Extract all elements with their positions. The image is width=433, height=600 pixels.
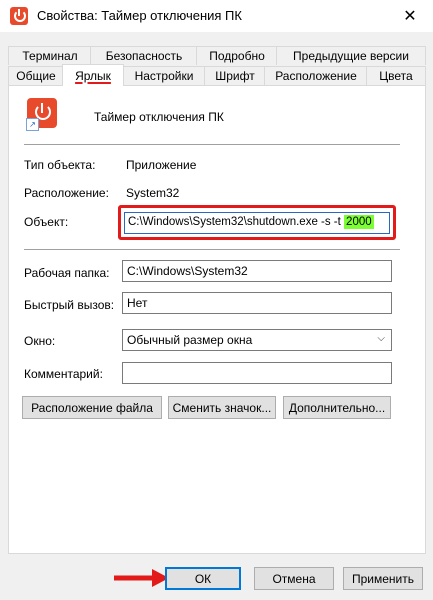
annotation-arrow-icon	[114, 569, 169, 587]
tab-security[interactable]: Безопасность	[90, 46, 198, 65]
tab-label: Шрифт	[215, 69, 255, 83]
advanced-button[interactable]: Дополнительно...	[283, 396, 391, 419]
tab-label: Цвета	[379, 69, 413, 83]
window-title: Свойства: Таймер отключения ПК	[37, 8, 242, 23]
tab-label: Подробно	[209, 49, 265, 63]
tab-shortcut[interactable]: Ярлык	[62, 64, 124, 86]
location-value: System32	[126, 186, 180, 200]
tab-layout[interactable]: Расположение	[264, 66, 368, 85]
tab-label: Расположение	[275, 69, 357, 83]
comment-field[interactable]	[122, 362, 392, 384]
tab-previous-versions[interactable]: Предыдущие версии	[276, 46, 426, 65]
title-bar: Свойства: Таймер отключения ПК ✕	[0, 0, 433, 32]
location-label: Расположение:	[24, 186, 109, 200]
object-field[interactable]: C:\Windows\System32\shutdown.exe -s -t 2…	[124, 212, 390, 234]
object-label: Объект:	[24, 215, 69, 229]
tab-details[interactable]: Подробно	[196, 46, 278, 65]
window-mode-label: Окно:	[24, 334, 56, 348]
tab-options[interactable]: Настройки	[122, 66, 206, 85]
hotkey-field[interactable]: Нет	[122, 292, 392, 314]
object-type-label: Тип объекта:	[24, 158, 96, 172]
tab-row-back: Терминал Безопасность Подробно Предыдущи…	[8, 46, 426, 65]
tab-row-front: Общие Ярлык Настройки Шрифт Расположение…	[8, 64, 426, 86]
object-path-text: C:\Windows\System32\shutdown.exe -s -t	[128, 216, 341, 228]
tab-general[interactable]: Общие	[8, 66, 64, 85]
change-icon-button[interactable]: Сменить значок...	[168, 396, 276, 419]
close-icon[interactable]: ✕	[387, 0, 433, 32]
object-annotation-frame: C:\Windows\System32\shutdown.exe -s -t 2…	[118, 205, 396, 240]
shortcut-arrow-icon: ↗	[26, 118, 39, 131]
object-type-value: Приложение	[126, 158, 197, 172]
comment-label: Комментарий:	[24, 367, 103, 381]
tab-label: Общие	[16, 69, 56, 83]
chevron-down-icon: ⌵	[377, 333, 385, 344]
open-file-location-button[interactable]: Расположение файла	[22, 396, 162, 419]
properties-window: Свойства: Таймер отключения ПК ✕ Термина…	[0, 0, 433, 600]
workdir-field[interactable]: C:\Windows\System32	[122, 260, 392, 282]
window-mode-value: Обычный размер окна	[127, 333, 253, 347]
tab-label: Ярлык	[75, 68, 111, 83]
ok-button[interactable]: ОК	[165, 567, 241, 590]
shortcut-panel	[8, 85, 426, 554]
tab-label: Терминал	[22, 49, 78, 63]
divider	[24, 144, 400, 145]
apply-button[interactable]: Применить	[343, 567, 423, 590]
tab-label: Настройки	[134, 69, 194, 83]
tab-label: Безопасность	[105, 49, 183, 63]
power-app-icon: ↗	[26, 98, 57, 131]
app-name: Таймер отключения ПК	[94, 110, 224, 124]
cancel-button[interactable]: Отмена	[254, 567, 334, 590]
divider	[24, 249, 400, 250]
hotkey-label: Быстрый вызов:	[24, 298, 115, 312]
power-app-icon	[10, 7, 28, 25]
tab-label: Предыдущие версии	[293, 49, 409, 63]
tab-font[interactable]: Шрифт	[204, 66, 266, 85]
tab-colors[interactable]: Цвета	[366, 66, 426, 85]
tab-terminal[interactable]: Терминал	[8, 46, 92, 65]
workdir-label: Рабочая папка:	[24, 266, 110, 280]
object-timeout-highlight: 2000	[344, 215, 374, 229]
window-mode-select[interactable]: Обычный размер окна ⌵	[122, 329, 392, 351]
